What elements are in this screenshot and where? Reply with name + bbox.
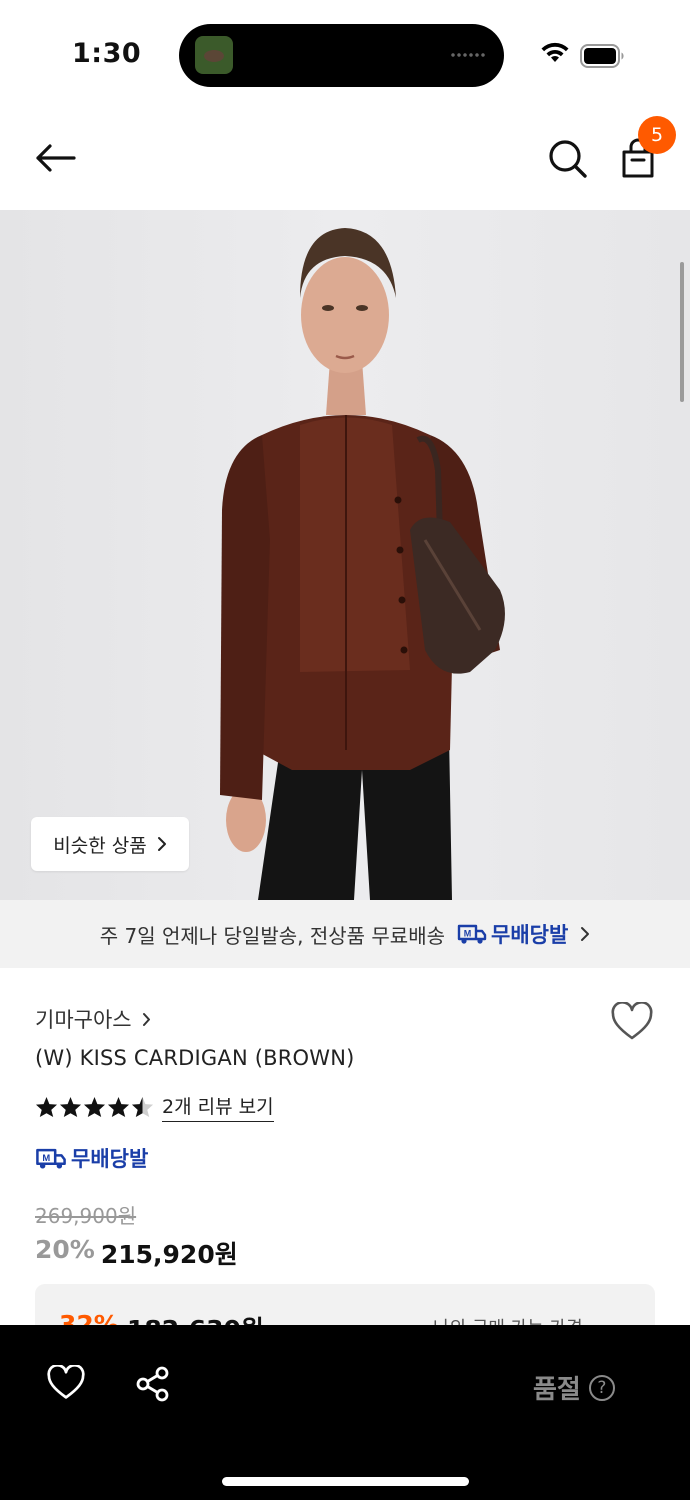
sale-price-row: 20% 215,920원 <box>35 1235 238 1271</box>
brand-name: 기마구아스 <box>35 1008 132 1032</box>
back-button[interactable] <box>30 136 80 180</box>
bottom-action-bar: 품절 ? <box>0 1325 690 1500</box>
status-bar: 1:30 <box>0 0 690 108</box>
chevron-right-icon <box>157 837 166 851</box>
original-price: 269,900원 <box>35 1204 137 1228</box>
chevron-right-icon <box>581 927 590 941</box>
status-time: 1:30 <box>72 38 142 69</box>
battery-icon <box>580 44 624 68</box>
help-icon[interactable]: ? <box>588 1374 615 1401</box>
arrow-left-icon <box>36 144 76 172</box>
review-link[interactable]: 2개 리뷰 보기 <box>162 1092 274 1122</box>
search-button[interactable] <box>545 136 591 182</box>
half-star-icon <box>131 1096 154 1118</box>
share-icon <box>136 1366 169 1402</box>
svg-text:M: M <box>464 929 472 939</box>
wifi-icon <box>541 42 569 62</box>
heart-icon <box>611 1001 653 1040</box>
search-icon <box>549 140 587 178</box>
sold-out-label: 품절 <box>533 1375 581 1405</box>
product-image[interactable] <box>0 210 690 900</box>
wishlist-button[interactable] <box>610 1001 654 1042</box>
top-navigation <box>0 108 690 210</box>
product-badge-label: 무배당발 <box>71 1147 149 1171</box>
delivery-banner[interactable]: 주 7일 언제나 당일발송, 전상품 무료배송 M 무배당발 <box>0 900 690 968</box>
delivery-text: 주 7일 언제나 당일발송, 전상품 무료배송 <box>99 923 445 948</box>
rating-row: 2개 리뷰 보기 <box>35 1092 274 1122</box>
star-rating <box>35 1096 154 1118</box>
sale-price: 215,920원 <box>100 1240 238 1269</box>
star-icon <box>107 1096 130 1118</box>
heart-icon <box>47 1363 85 1399</box>
discount-rate: 20% <box>35 1235 95 1264</box>
bottom-wishlist-button[interactable] <box>46 1363 86 1403</box>
svg-text:M: M <box>42 1152 50 1163</box>
free-delivery-badge: M 무배당발 <box>457 919 568 949</box>
delivery-truck-icon: M <box>457 924 487 944</box>
audio-wave-icon <box>450 53 486 57</box>
home-indicator[interactable] <box>222 1477 469 1486</box>
now-playing-thumbnail <box>195 36 233 74</box>
delivery-truck-icon: M <box>36 1148 66 1169</box>
similar-products-label: 비슷한 상품 <box>53 834 147 857</box>
brand-link[interactable]: 기마구아스 <box>35 1004 151 1034</box>
delivery-badge-label: 무배당발 <box>491 923 569 947</box>
model-wearing-cardigan-image <box>220 228 505 900</box>
image-scroll-indicator <box>680 262 684 402</box>
sold-out-status: 품절 ? <box>533 1369 615 1406</box>
dynamic-island[interactable] <box>179 24 504 87</box>
star-icon <box>83 1096 106 1118</box>
chevron-right-icon <box>142 1012 150 1026</box>
product-name: (W) KISS CARDIGAN (BROWN) <box>35 1046 355 1070</box>
cart-count-badge: 5 <box>638 116 676 154</box>
star-icon <box>35 1096 58 1118</box>
free-delivery-badge: M 무배당발 <box>35 1143 148 1173</box>
similar-products-button[interactable]: 비슷한 상품 <box>31 817 189 871</box>
product-page: 1:30 5 비슷한 상품 주 7일 언제나 당일발송, 전상품 무료배송 M … <box>0 0 690 1500</box>
star-icon <box>59 1096 82 1118</box>
share-button[interactable] <box>134 1365 174 1405</box>
